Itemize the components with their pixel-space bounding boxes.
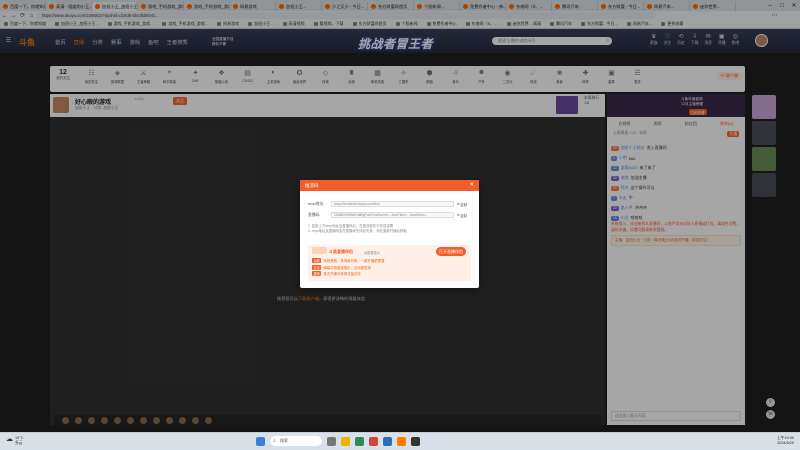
- companion-subtitle: 功能更强大: [364, 250, 380, 255]
- feature-text: 特效美颜、多场景切换，一键开播更便捷: [323, 259, 385, 263]
- weather-widget[interactable]: ☁ 19°C 多云: [6, 436, 23, 445]
- rtmp-row: rtmp地址: rtmp://sendtc3a.douyu.com/live ⧉…: [308, 201, 467, 207]
- terminal-icon[interactable]: [411, 436, 420, 446]
- clock-date: 2024/6/20: [777, 441, 794, 445]
- douyu-icon[interactable]: [397, 436, 406, 446]
- modal-title: 推流码: [305, 183, 319, 188]
- companion-logo-icon: [312, 247, 327, 254]
- start-icon[interactable]: [256, 436, 265, 446]
- rtmp-label: rtmp地址:: [308, 201, 325, 206]
- copy-rtmp-button[interactable]: ⧉ 复制: [457, 202, 467, 207]
- feature-tag: 推荐: [312, 271, 322, 276]
- open-companion-button[interactable]: 打开直播伴侣: [436, 247, 466, 256]
- browser-icon[interactable]: [355, 436, 364, 446]
- weather-temp: 19°C: [15, 436, 24, 440]
- companion-feature: 推荐 首次开播可获得流量扶持: [312, 271, 384, 276]
- key-label: 直播码:: [308, 212, 321, 217]
- feature-text: 首次开播可获得流量扶持: [323, 272, 361, 276]
- feature-tag: 功能: [312, 258, 322, 263]
- stream-key-field[interactable]: 1006810rM5iAHaiBgPuwl?wsSecret=...&wsTim…: [331, 212, 454, 218]
- feature-tag: 互动: [312, 264, 322, 270]
- rtmp-field[interactable]: rtmp://sendtc3a.douyu.com/live: [331, 201, 454, 207]
- taskbar-apps: 搜索: [256, 436, 420, 446]
- modal-header: 推流码 ✕: [300, 180, 479, 191]
- copy-key-button[interactable]: ⧉ 复制: [457, 213, 467, 218]
- system-tray[interactable]: 上午10:00 2024/6/20: [777, 436, 794, 446]
- feature-text: 弹幕礼物直接展示，互动更直观: [323, 265, 371, 270]
- companion-feature: 功能 特效美颜、多场景切换，一键开播更便捷: [312, 258, 384, 263]
- companion-feature: 互动 弹幕礼物直接展示，互动更直观: [312, 264, 384, 270]
- companion-feature-list: 功能 特效美颜、多场景切换，一键开播更便捷 互动 弹幕礼物直接展示，互动更直观 推荐 首次…: [312, 258, 384, 276]
- close-icon[interactable]: ✕: [469, 180, 474, 191]
- copy-key-label: 复制: [460, 213, 468, 218]
- modal-note: 2. rtmp地址及直播码会在直播间关闭后失效，请在重新开播后获取: [308, 229, 407, 233]
- copy-rtmp-label: 复制: [460, 202, 468, 207]
- app-icon[interactable]: [369, 436, 378, 446]
- weather-desc: 多云: [15, 440, 23, 445]
- companion-title: 斗鱼直播伴侣: [329, 249, 353, 254]
- key-row: 直播码: 1006810rM5iAHaiBgPuwl?wsSecret=...&…: [308, 212, 467, 218]
- companion-promo: 斗鱼直播伴侣 功能更强大 打开直播伴侣 功能 特效美颜、多场景切换，一键开播更便捷…: [308, 245, 471, 281]
- cloud-icon: ☁: [6, 436, 13, 444]
- stream-key-modal: 推流码 ✕ rtmp地址: rtmp://sendtc3a.douyu.com/…: [300, 180, 479, 288]
- app-icon[interactable]: [383, 436, 392, 446]
- modal-notes: 1. 复制上方rtmp地址及直播码后，在推流软件中完成设置 2. rtmp地址及…: [308, 224, 407, 234]
- task-view-icon[interactable]: [327, 436, 336, 446]
- taskbar-search[interactable]: 搜索: [270, 436, 322, 446]
- taskbar: ☁ 19°C 多云 搜索 上午10:00 2024/6/20: [0, 432, 800, 450]
- copy-icon: ⧉: [457, 202, 460, 206]
- explorer-icon[interactable]: [341, 436, 350, 446]
- copy-icon: ⧉: [457, 213, 460, 217]
